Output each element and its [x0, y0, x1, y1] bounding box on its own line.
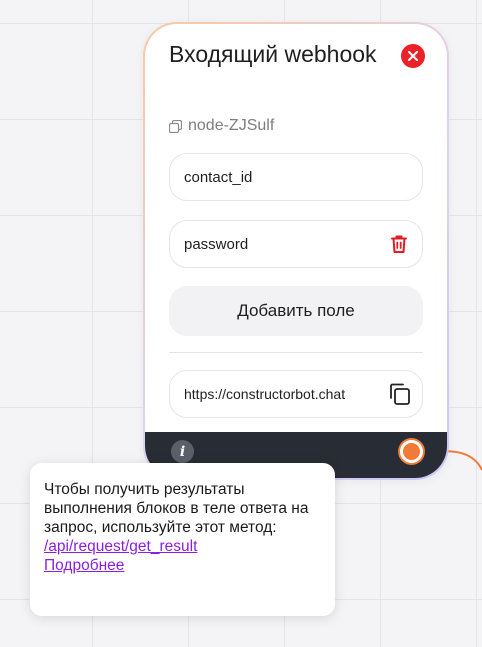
tooltip-text: Чтобы получить результаты выполнения бло… [44, 481, 309, 536]
field-value[interactable]: password [184, 236, 390, 253]
get-result-link[interactable]: /api/request/get_result [44, 537, 321, 556]
trash-icon[interactable] [390, 234, 408, 254]
info-icon[interactable]: i [171, 440, 194, 463]
webhook-node-card[interactable]: Входящий webhook node-ZJSulf contact_id … [143, 22, 449, 480]
field-password[interactable]: password [169, 220, 423, 268]
copy-icon[interactable] [169, 119, 182, 133]
learn-more-link[interactable]: Подробнее [44, 556, 321, 575]
node-id[interactable]: node-ZJSulf [169, 116, 274, 136]
copy-icon[interactable] [388, 382, 412, 406]
webhook-url-field[interactable]: https://constructorbot.chat [169, 370, 423, 418]
info-tooltip: Чтобы получить результаты выполнения бло… [30, 463, 335, 616]
divider [169, 352, 423, 353]
add-field-button[interactable]: Добавить поле [169, 286, 423, 336]
node-title: Входящий webhook [169, 41, 377, 67]
close-button[interactable] [401, 44, 425, 68]
field-value[interactable]: contact_id [184, 169, 408, 186]
node-id-label: node-ZJSulf [188, 117, 275, 134]
close-icon [408, 51, 418, 61]
field-contact-id[interactable]: contact_id [169, 153, 423, 201]
webhook-url[interactable]: https://constructorbot.chat [184, 386, 382, 402]
output-connector[interactable] [400, 440, 423, 463]
